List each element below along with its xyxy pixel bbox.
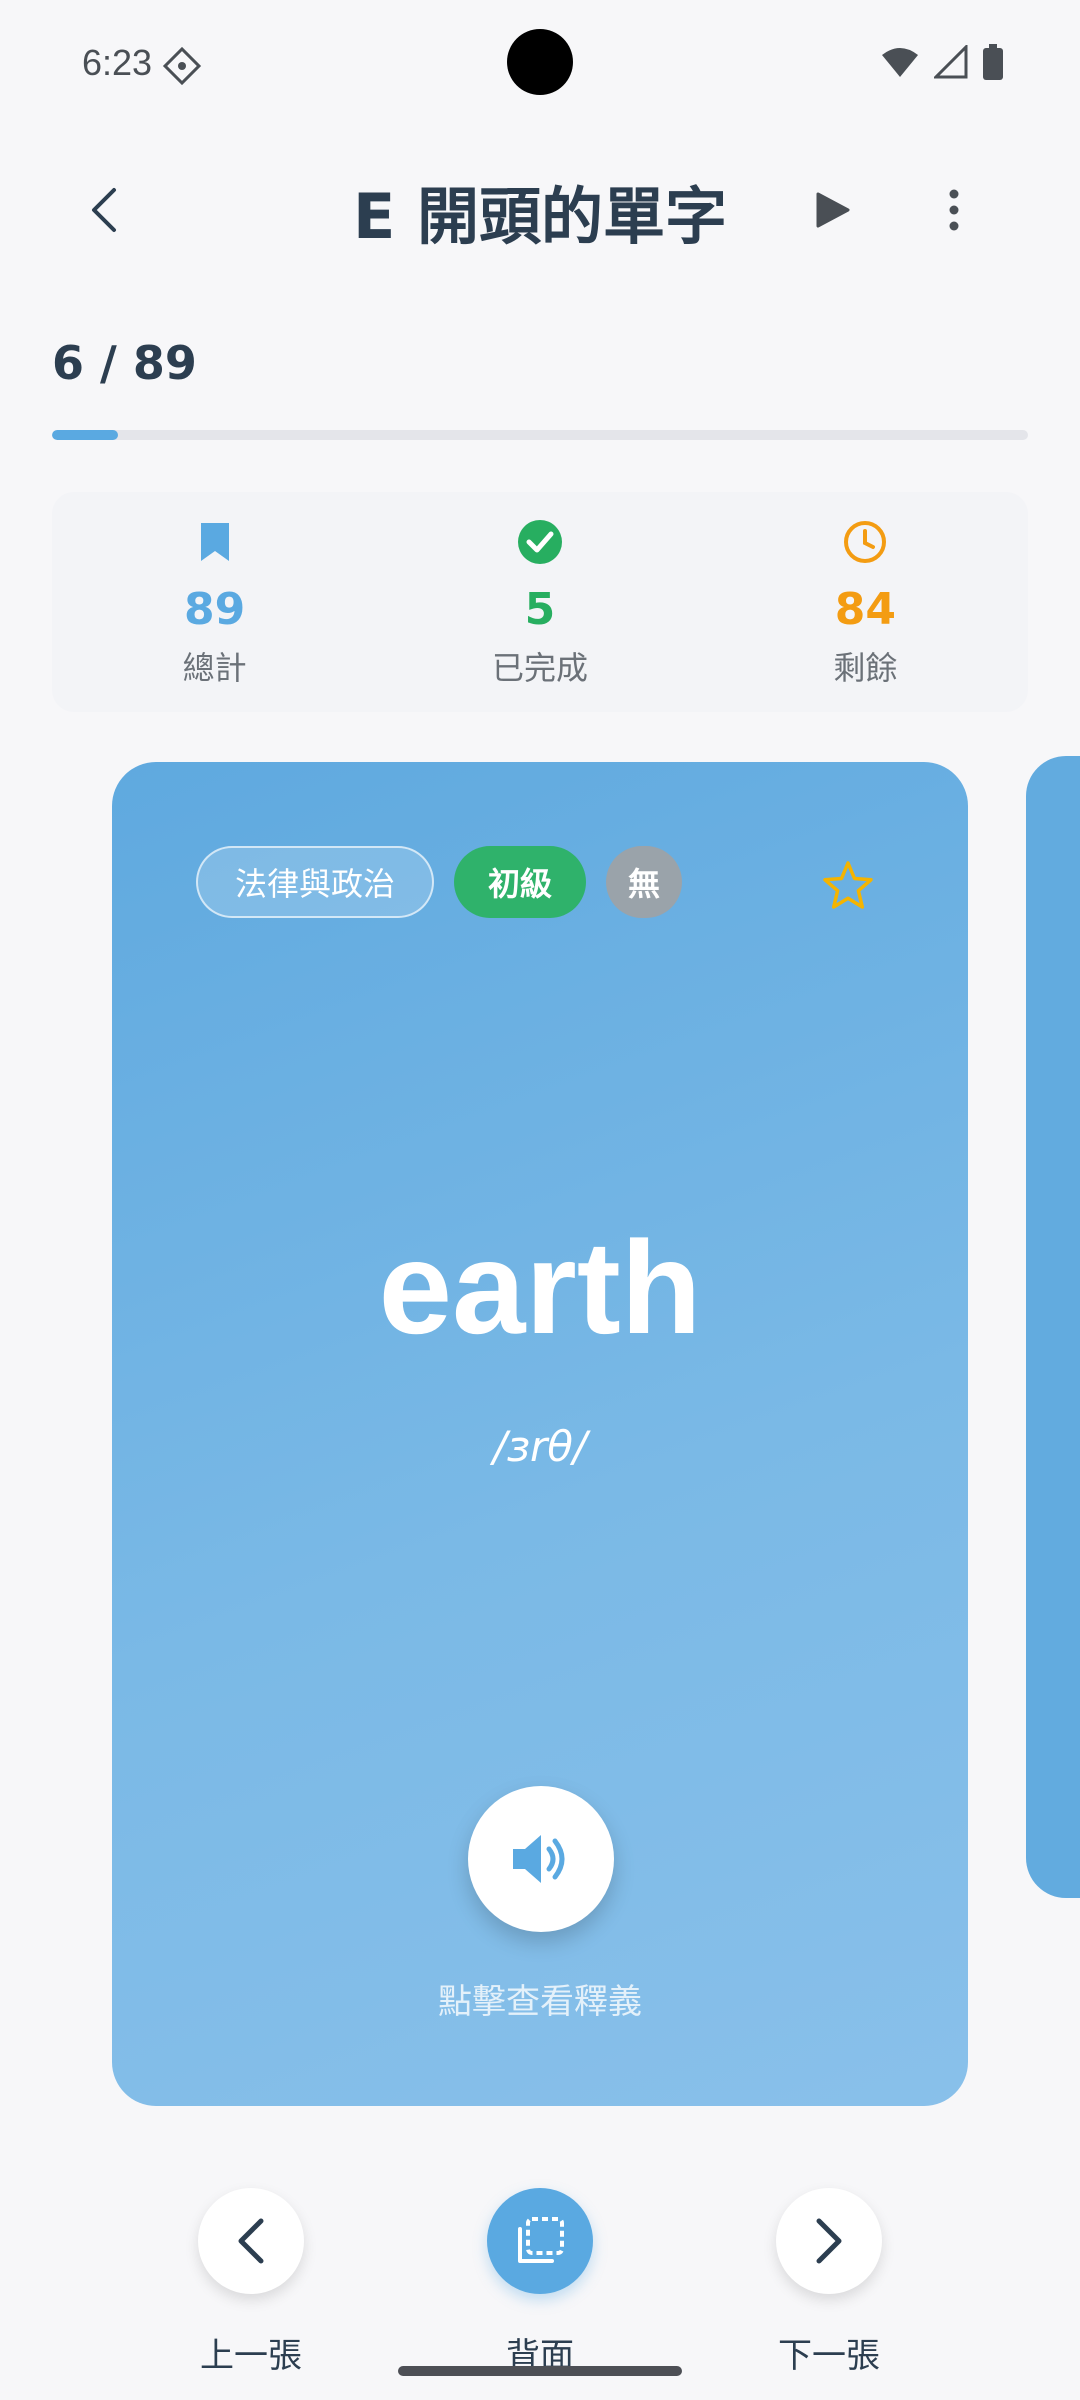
progress-bar-fill (52, 430, 118, 440)
previous-card-button[interactable] (198, 2188, 304, 2294)
level-chip: 初級 (454, 846, 586, 918)
tap-hint: 點擊查看釋義 (438, 1982, 642, 2022)
home-indicator[interactable] (398, 2366, 682, 2376)
chevron-right-icon (816, 2218, 842, 2264)
stat-completed-label: 已完成 (491, 649, 588, 687)
card-phonetic: /ɜrθ/ (492, 1422, 588, 1471)
next-card-label: 下一張 (778, 2336, 880, 2376)
progress-bar (52, 430, 1028, 440)
status-bar: 6:23 (0, 0, 1080, 130)
camera-cutout (507, 29, 573, 95)
flip-card-button[interactable] (487, 2188, 593, 2294)
signal-icon (934, 45, 968, 79)
stats-card: 89 總計 5 已完成 84 剩餘 (52, 492, 1028, 712)
status-icons (880, 44, 1004, 80)
stat-completed: 5 已完成 (377, 492, 702, 712)
favorite-button[interactable] (812, 850, 884, 922)
status-time: 6:23 (82, 42, 153, 83)
stat-completed-value: 5 (524, 584, 556, 635)
wifi-icon (882, 48, 918, 77)
play-icon (816, 192, 850, 228)
battery-icon (983, 44, 1003, 80)
pronounce-button[interactable] (468, 1786, 614, 1932)
stat-total: 89 總計 (52, 492, 377, 712)
previous-card-label: 上一張 (200, 2336, 302, 2376)
next-card-peek[interactable] (1026, 756, 1080, 1898)
check-circle-icon (514, 516, 566, 568)
app-bar: E 開頭的單字 (0, 150, 1080, 260)
chevron-left-icon (238, 2218, 264, 2264)
next-card-button[interactable] (776, 2188, 882, 2294)
stat-total-value: 89 (184, 584, 246, 635)
flashcard[interactable]: 法律與政治 初級 無 earth /ɜrθ/ 點擊查看釋義 (112, 762, 968, 2106)
more-vertical-icon (949, 189, 959, 231)
play-button[interactable] (792, 170, 872, 250)
stat-total-label: 總計 (182, 649, 247, 687)
clock-icon (839, 516, 891, 568)
star-icon (823, 861, 873, 909)
screen: 6:23 E 開頭的單字 6 / 89 89 總計 5 已完成 84 剩餘 法律… (0, 0, 1080, 2400)
stat-remaining-label: 剩餘 (833, 649, 898, 687)
speaker-icon (513, 1835, 565, 1883)
tag-chip: 無 (606, 846, 682, 918)
stat-remaining-value: 84 (834, 584, 896, 635)
category-chip: 法律與政治 (196, 846, 434, 918)
flip-card-icon (518, 2217, 564, 2263)
card-word: earth (378, 1214, 702, 1361)
notification-icon (162, 46, 202, 86)
more-options-button[interactable] (914, 170, 994, 250)
stat-remaining: 84 剩餘 (703, 492, 1028, 712)
bookmark-icon (189, 516, 241, 568)
progress-counter: 6 / 89 (52, 336, 197, 390)
